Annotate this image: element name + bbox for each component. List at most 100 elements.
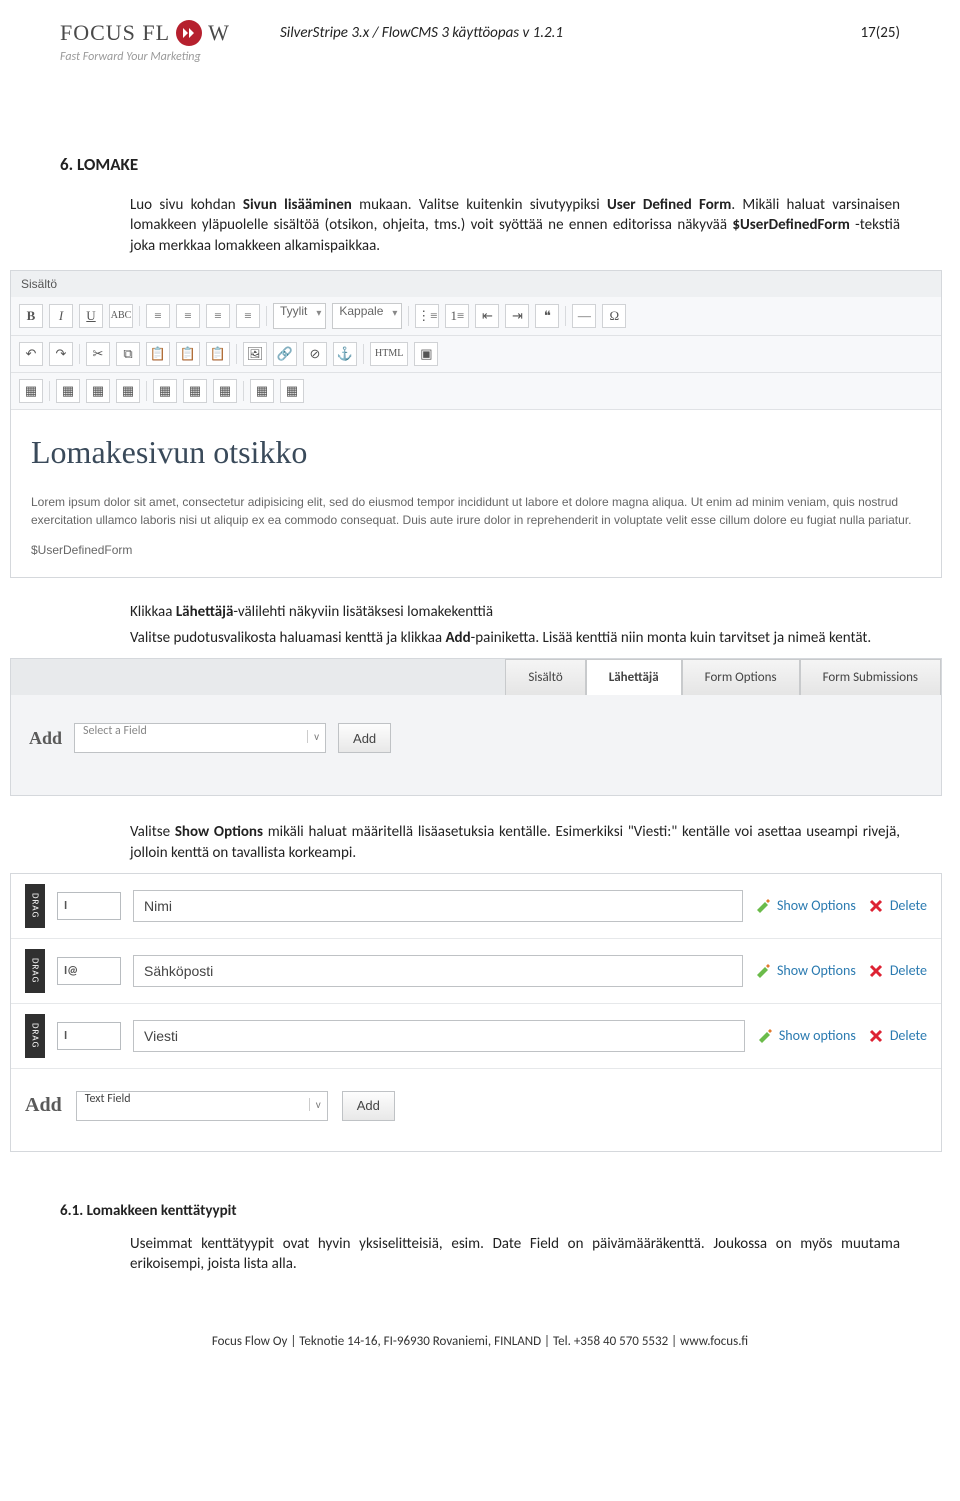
field-name-input[interactable] — [133, 1020, 745, 1052]
show-options-link[interactable]: Show Options — [755, 962, 856, 979]
special-char-button[interactable]: Ω — [602, 304, 626, 328]
field-row: DRAG I@ Show Options Delete — [11, 939, 941, 1004]
field-type-select-2[interactable]: Text Field — [76, 1091, 328, 1121]
field-row: DRAG I Show Options Delete — [11, 874, 941, 939]
add-field-row: Add Text Field Add — [11, 1069, 941, 1151]
delete-icon — [868, 963, 884, 979]
fields-screenshot: DRAG I Show Options Delete DRAG I@ S — [10, 873, 942, 1152]
bullet-list-button[interactable]: ⋮≡ — [415, 304, 439, 328]
row-after-button[interactable]: ▦ — [86, 379, 110, 403]
field-name-input[interactable] — [133, 955, 743, 987]
tab-submissions[interactable]: Form Submissions — [800, 659, 941, 695]
editor-screenshot: Sisältö B I U ABC ≡ ≡ ≡ ≡ Tyylit Kappale… — [10, 270, 942, 578]
sub-paragraph: Useimmat kenttätyypit ovat hyvin yksisel… — [130, 1234, 900, 1275]
anchor-button[interactable]: ⚓ — [333, 342, 357, 366]
paste-button[interactable]: 📋 — [146, 342, 170, 366]
row-delete-button[interactable]: ▦ — [116, 379, 140, 403]
delete-link[interactable]: Delete — [868, 897, 927, 914]
paste-text-button[interactable]: 📋 — [176, 342, 200, 366]
underline-button[interactable]: U — [79, 304, 103, 328]
page-header: FOCUS FL W Fast Forward Your Marketing S… — [60, 20, 900, 64]
field-row: DRAG I Show options Delete — [11, 1004, 941, 1069]
unlink-button[interactable]: ⊘ — [303, 342, 327, 366]
italic-button[interactable]: I — [49, 304, 73, 328]
page-number: 17(25) — [820, 20, 900, 42]
drag-handle[interactable]: DRAG — [25, 1014, 45, 1058]
editor-heading-text: Lomakesivun otsikko — [31, 434, 921, 471]
tabs-screenshot: Sisältö Lähettäjä Form Options Form Subm… — [10, 658, 942, 796]
row-before-button[interactable]: ▦ — [56, 379, 80, 403]
cut-button[interactable]: ✂ — [86, 342, 110, 366]
align-left-button[interactable]: ≡ — [146, 304, 170, 328]
text-field-icon: I — [57, 892, 121, 920]
delete-link[interactable]: Delete — [868, 1027, 927, 1044]
page-footer: Focus Flow Oy | Teknotie 14-16, FI-96930… — [60, 1334, 900, 1349]
align-justify-button[interactable]: ≡ — [236, 304, 260, 328]
editor-toolbar-2: ↶ ↷ ✂ ⧉ 📋 📋 📋 🖼 🔗 ⊘ ⚓ HTML ▣ — [11, 336, 941, 373]
add-button-2[interactable]: Add — [342, 1091, 395, 1121]
mid2-paragraph: Valitse Show Options mikäli haluat määri… — [130, 822, 900, 863]
split-button[interactable]: ▦ — [280, 379, 304, 403]
tab-sender[interactable]: Lähettäjä — [586, 659, 682, 695]
delete-link[interactable]: Delete — [868, 962, 927, 979]
align-center-button[interactable]: ≡ — [176, 304, 200, 328]
tab-content[interactable]: Sisältö — [505, 659, 585, 695]
image-button[interactable]: 🖼 — [243, 342, 267, 366]
editor-toolbar: B I U ABC ≡ ≡ ≡ ≡ Tyylit Kappale ⋮≡ 1≡ ⇤… — [11, 297, 941, 336]
align-right-button[interactable]: ≡ — [206, 304, 230, 328]
table-button[interactable]: ▦ — [19, 379, 43, 403]
content-tab-label: Sisältö — [11, 271, 941, 297]
merge-button[interactable]: ▦ — [250, 379, 274, 403]
field-type-select[interactable]: Select a Field — [74, 723, 326, 753]
delete-icon — [868, 898, 884, 914]
show-options-link[interactable]: Show options — [757, 1027, 856, 1044]
copy-button[interactable]: ⧉ — [116, 342, 140, 366]
fullscreen-button[interactable]: ▣ — [414, 342, 438, 366]
show-options-link[interactable]: Show Options — [755, 897, 856, 914]
blockquote-button[interactable]: ❝ — [535, 304, 559, 328]
strike-button[interactable]: ABC — [109, 304, 133, 328]
section-heading: 6. LOMAKE — [60, 154, 900, 175]
email-field-icon: I@ — [57, 957, 121, 985]
options-icon — [755, 898, 771, 914]
delete-icon — [868, 1028, 884, 1044]
logo: FOCUS FL W Fast Forward Your Marketing — [60, 20, 260, 64]
tab-row: Sisältö Lähettäjä Form Options Form Subm… — [11, 659, 941, 695]
mid-paragraph: Klikkaa Lähettäjä-välilehti näkyviin lis… — [130, 602, 900, 649]
intro-paragraph: Luo sivu kohdan Sivun lisääminen mukaan.… — [130, 195, 900, 256]
format-dropdown[interactable]: Kappale — [332, 303, 402, 329]
logo-text-1: FOCUS FL — [60, 20, 170, 46]
outdent-button[interactable]: ⇤ — [475, 304, 499, 328]
link-button[interactable]: 🔗 — [273, 342, 297, 366]
indent-button[interactable]: ⇥ — [505, 304, 529, 328]
drag-handle[interactable]: DRAG — [25, 949, 45, 993]
drag-handle[interactable]: DRAG — [25, 884, 45, 928]
paste-word-button[interactable]: 📋 — [206, 342, 230, 366]
redo-button[interactable]: ↷ — [49, 342, 73, 366]
fast-forward-icon — [176, 20, 202, 46]
bold-button[interactable]: B — [19, 304, 43, 328]
tab-form-options[interactable]: Form Options — [682, 659, 800, 695]
add-button[interactable]: Add — [338, 723, 391, 753]
options-icon — [757, 1028, 773, 1044]
field-name-input[interactable] — [133, 890, 743, 922]
number-list-button[interactable]: 1≡ — [445, 304, 469, 328]
editor-content[interactable]: Lomakesivun otsikko Lorem ipsum dolor si… — [11, 410, 941, 577]
editor-form-placeholder: $UserDefinedForm — [31, 543, 921, 557]
add-label: Add — [29, 728, 62, 749]
styles-dropdown[interactable]: Tyylit — [273, 303, 326, 329]
doc-title: SilverStripe 3.x / FlowCMS 3 käyttöopas … — [280, 20, 800, 42]
tagline: Fast Forward Your Marketing — [60, 50, 260, 64]
col-after-button[interactable]: ▦ — [183, 379, 207, 403]
col-before-button[interactable]: ▦ — [153, 379, 177, 403]
options-icon — [755, 963, 771, 979]
editor-toolbar-3: ▦ ▦ ▦ ▦ ▦ ▦ ▦ ▦ ▦ — [11, 373, 941, 410]
col-delete-button[interactable]: ▦ — [213, 379, 237, 403]
editor-lorem: Lorem ipsum dolor sit amet, consectetur … — [31, 493, 921, 529]
hr-button[interactable]: — — [572, 304, 596, 328]
undo-button[interactable]: ↶ — [19, 342, 43, 366]
html-button[interactable]: HTML — [370, 342, 408, 366]
text-field-icon: I — [57, 1022, 121, 1050]
add-label-2: Add — [25, 1094, 62, 1117]
subsection-heading: 6.1. Lomakkeen kenttätyypit — [60, 1202, 900, 1220]
